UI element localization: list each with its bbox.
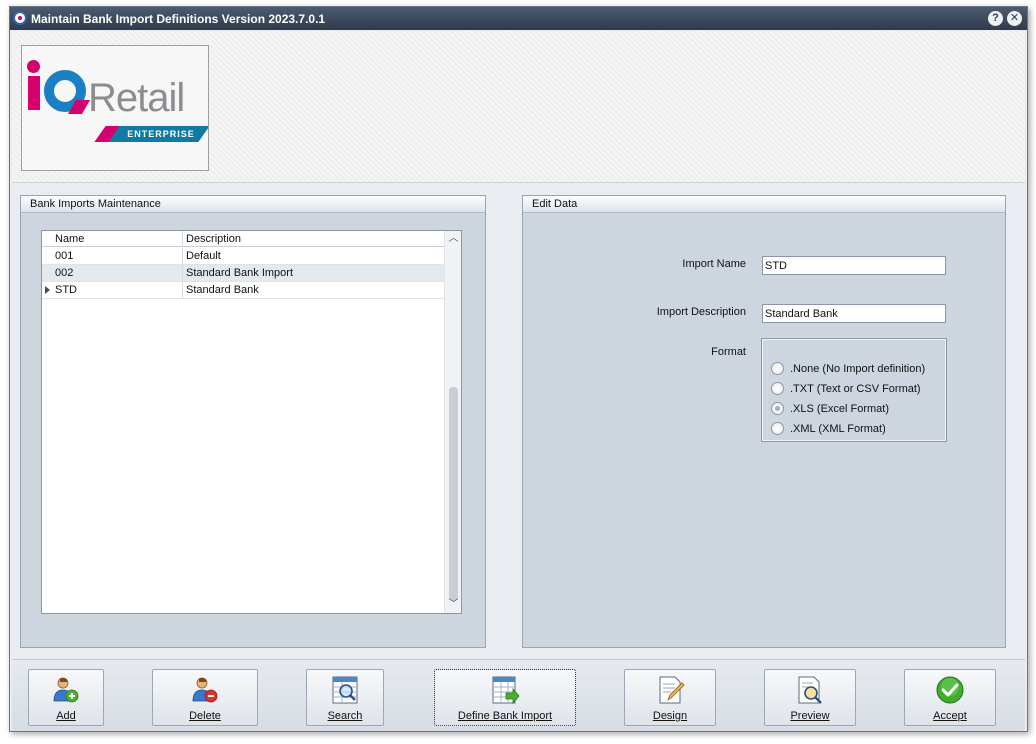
bank-imports-panel: Bank Imports Maintenance Name Descriptio… <box>20 195 486 648</box>
preview-button[interactable]: Preview <box>764 669 856 726</box>
grid-indicator-header <box>42 231 52 246</box>
cell-description[interactable]: Standard Bank <box>183 282 444 298</box>
row-indicator <box>42 265 52 281</box>
delete-button[interactable]: Delete <box>152 669 258 726</box>
logo-subtitle: ENTERPRISE <box>127 129 195 139</box>
logo-i-dot <box>27 60 40 73</box>
design-button-label: Design <box>652 710 688 722</box>
bank-imports-panel-title: Bank Imports Maintenance <box>21 196 485 213</box>
window-title: Maintain Bank Import Definitions Version… <box>31 12 326 26</box>
design-button[interactable]: Design <box>624 669 716 726</box>
scroll-down-icon[interactable]: ﹀ <box>445 597 461 613</box>
grid-rows: 001 Default 002 Standard Bank Import STD Stan… <box>42 248 444 299</box>
search-button[interactable]: Search <box>306 669 384 726</box>
help-button[interactable]: ? <box>988 11 1003 26</box>
accept-button[interactable]: Accept <box>904 669 996 726</box>
title-bar[interactable]: Maintain Bank Import Definitions Version… <box>10 7 1027 30</box>
import-description-input[interactable] <box>762 304 946 323</box>
radio-button[interactable] <box>771 422 784 435</box>
table-row[interactable]: 002 Standard Bank Import <box>42 265 444 282</box>
radio-label: .XML (XML Format) <box>790 423 886 435</box>
radio-button[interactable] <box>771 382 784 395</box>
radio-label: .None (No Import definition) <box>790 363 926 375</box>
grid-header: Name Description <box>42 231 444 247</box>
search-grid-icon <box>332 676 358 704</box>
cell-description[interactable]: Default <box>183 248 444 264</box>
app-icon <box>13 11 27 25</box>
accept-check-icon <box>936 676 964 704</box>
define-bank-import-button[interactable]: Define Bank Import <box>434 669 576 726</box>
preview-icon <box>798 676 822 704</box>
edit-data-panel-title: Edit Data <box>523 196 1005 213</box>
table-row[interactable]: 001 Default <box>42 248 444 265</box>
format-label: Format <box>711 346 746 358</box>
table-row[interactable]: STD Standard Bank <box>42 282 444 299</box>
define-bank-import-button-label: Define Bank Import <box>457 710 553 722</box>
import-name-input[interactable] <box>762 256 946 275</box>
import-description-label: Import Description <box>656 306 746 318</box>
bottom-toolbar: Add Delete Search Define Bank Import Des… <box>12 659 1025 731</box>
grid-scrollbar[interactable]: ︿ ﹀ <box>444 231 461 613</box>
preview-button-label: Preview <box>790 710 830 722</box>
cell-description[interactable]: Standard Bank Import <box>183 265 444 281</box>
logo-word: Retail <box>88 76 185 120</box>
cell-name[interactable]: 002 <box>52 265 183 281</box>
logo-i <box>28 76 40 110</box>
edit-data-panel: Edit Data Import Name Import Description… <box>522 195 1006 648</box>
accept-button-label: Accept <box>933 710 967 722</box>
main-window: Maintain Bank Import Definitions Version… <box>9 6 1028 732</box>
column-header-description[interactable]: Description <box>183 231 444 246</box>
radio-label: .XLS (Excel Format) <box>790 403 890 415</box>
cell-name[interactable]: STD <box>52 282 183 298</box>
import-name-label: Import Name <box>682 258 746 270</box>
column-header-name[interactable]: Name <box>52 231 183 246</box>
search-button-label: Search <box>327 710 363 722</box>
current-row-pointer-icon <box>45 286 50 294</box>
scroll-up-icon[interactable]: ︿ <box>445 231 461 247</box>
add-button-label: Add <box>56 710 76 722</box>
delete-user-icon <box>192 677 218 703</box>
format-radio-group: .None (No Import definition) .TXT (Text o… <box>761 338 947 442</box>
bank-imports-grid[interactable]: Name Description 001 Default 002 Standard B… <box>41 230 462 614</box>
add-user-icon <box>53 677 79 703</box>
design-icon <box>659 676 685 704</box>
radio-button[interactable] <box>771 362 784 375</box>
scroll-thumb[interactable] <box>449 387 458 601</box>
radio-button[interactable] <box>771 402 784 415</box>
radio-label: .TXT (Text or CSV Format) <box>790 383 921 395</box>
iq-retail-logo: Retail ENTERPRISE <box>21 45 209 171</box>
close-button[interactable]: ✕ <box>1007 11 1022 26</box>
row-indicator <box>42 282 52 298</box>
header-area: Retail ENTERPRISE <box>12 31 1025 183</box>
row-indicator <box>42 248 52 264</box>
define-import-icon <box>492 676 520 705</box>
add-button[interactable]: Add <box>28 669 104 726</box>
cell-name[interactable]: 001 <box>52 248 183 264</box>
delete-button-label: Delete <box>189 710 221 722</box>
